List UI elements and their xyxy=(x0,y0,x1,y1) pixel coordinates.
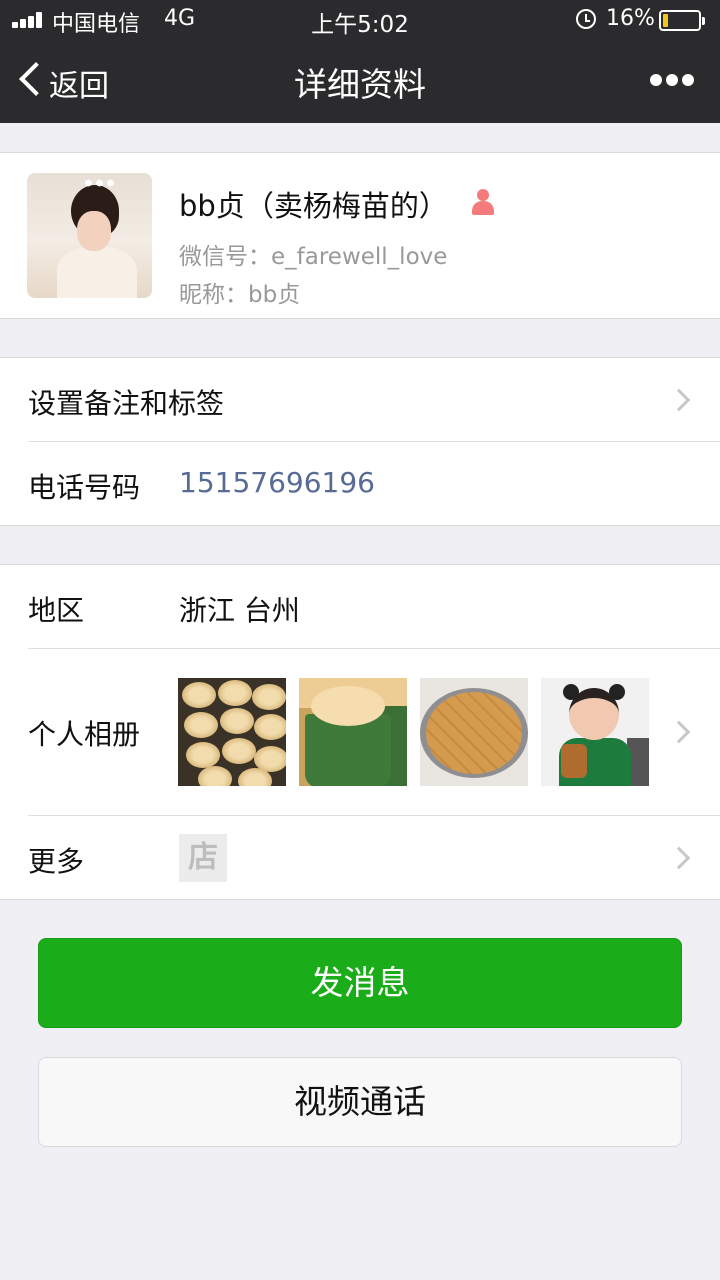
female-icon xyxy=(470,189,496,217)
album-photo-child[interactable] xyxy=(541,678,649,786)
send-message-button[interactable]: 发消息 xyxy=(38,938,682,1028)
phone-number-link[interactable]: 15157696196 xyxy=(179,466,375,499)
album-label: 个人相册 xyxy=(28,718,141,751)
wechat-id: 微信号：e_farewell_love xyxy=(179,244,448,270)
album-photo-sponge-cake[interactable] xyxy=(420,678,528,786)
phone-row: 电话号码 15157696196 xyxy=(0,442,720,526)
contact-section: 设置备注和标签 电话号码 15157696196 xyxy=(0,357,720,526)
remark-tags-row[interactable]: 设置备注和标签 xyxy=(0,358,720,442)
more-button[interactable] xyxy=(646,66,698,96)
store-icon[interactable]: 店 xyxy=(179,834,227,882)
nickname: 昵称：bb贞 xyxy=(179,282,301,308)
chevron-right-icon xyxy=(667,720,691,744)
region-value: 浙江 台州 xyxy=(179,594,300,627)
chevron-right-icon xyxy=(667,388,691,412)
battery-percent: 16% xyxy=(606,6,655,31)
chevron-right-icon xyxy=(667,846,691,870)
album-photo-cupcakes[interactable] xyxy=(178,678,286,786)
more-icon xyxy=(650,74,662,86)
video-call-button[interactable]: 视频通话 xyxy=(38,1057,682,1147)
region-label: 地区 xyxy=(28,594,85,627)
contact-name: bb贞（卖杨梅苗的） xyxy=(179,189,448,223)
more-label: 更多 xyxy=(28,845,85,878)
alarm-icon xyxy=(576,9,596,29)
page-title: 详细资料 xyxy=(294,65,426,104)
battery-fill xyxy=(663,14,669,27)
remark-tags-label: 设置备注和标签 xyxy=(28,387,225,420)
status-bar: 中国电信 4G 上午5:02 16% xyxy=(0,0,720,40)
top-bar: 中国电信 4G 上午5:02 16% 返回 详细资料 xyxy=(0,0,720,123)
region-row: 地区 浙江 台州 xyxy=(0,565,720,649)
profile-card[interactable]: bb贞（卖杨梅苗的） 微信号：e_farewell_love 昵称：bb贞 xyxy=(0,152,720,319)
phone-label: 电话号码 xyxy=(28,471,141,504)
battery-icon xyxy=(659,10,705,31)
avatar[interactable] xyxy=(27,173,152,298)
album-photo-cupcake-closeup[interactable] xyxy=(299,678,407,786)
more-row[interactable]: 更多 xyxy=(0,816,720,900)
